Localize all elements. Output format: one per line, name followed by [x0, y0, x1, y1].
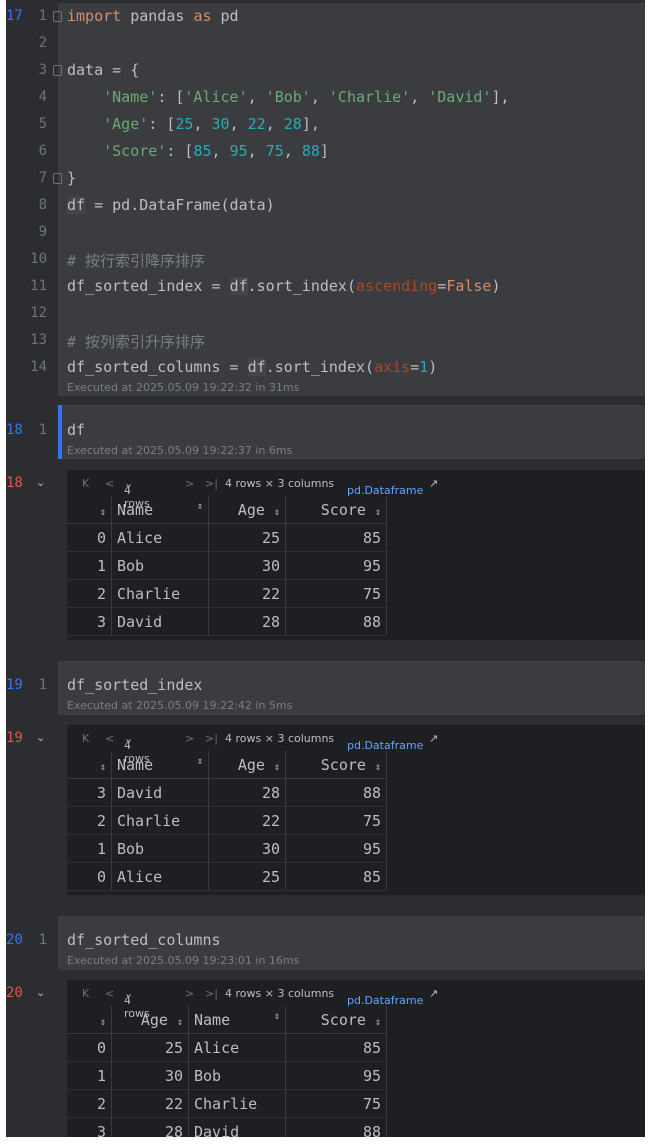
shape-label: 4 rows × 3 columns — [225, 732, 335, 745]
table-header: ⇕ Name ⇕ Age ⇕ Score ⇕ — [67, 751, 387, 779]
code-line[interactable]: df_sorted_index = df.sort_index(ascendin… — [67, 277, 501, 295]
shape-label: 4 rows × 3 columns — [225, 477, 335, 490]
column-header[interactable]: Name ⇕ — [111, 496, 209, 524]
rows-select[interactable]: 4 rows ⌄ — [124, 987, 150, 1020]
prev-page-icon[interactable]: < — [105, 477, 114, 490]
dataframe-toolbar: K < 4 rows ⌄ > >| 4 rows × 3 columns pd.… — [82, 987, 439, 1020]
code-line[interactable]: df — [67, 421, 85, 439]
table-row[interactable]: 2 Charlie 22 75 — [67, 579, 387, 608]
prev-page-icon[interactable]: < — [105, 732, 114, 745]
fold-toggle-icon[interactable] — [53, 11, 62, 22]
column-header[interactable]: Score ⇕ — [285, 751, 387, 779]
code-line[interactable]: 'Age': [25, 30, 22, 28], — [67, 115, 320, 133]
table-header: ⇕ Age ⇕ Name ⇕ Score ⇕ — [67, 1006, 387, 1034]
rows-select[interactable]: 4 rows ⌄ — [124, 477, 150, 510]
code-line[interactable]: data = { — [67, 61, 139, 79]
table-row[interactable]: 3 David 28 88 — [67, 607, 387, 636]
line-number: 1 — [38, 677, 47, 693]
first-page-icon[interactable]: K — [82, 732, 89, 745]
collapse-output-icon[interactable]: ⌄ — [36, 986, 45, 999]
table-row[interactable]: 0 Alice 25 85 — [67, 862, 387, 891]
table-row[interactable]: 0 Alice 25 85 — [67, 523, 387, 552]
fold-toggle-icon[interactable] — [53, 65, 62, 76]
table-row[interactable]: 2 Charlie 22 75 — [67, 806, 387, 835]
code-line[interactable]: df_sorted_columns = df.sort_index(axis=1… — [67, 358, 437, 376]
last-page-icon[interactable]: >| — [205, 732, 218, 745]
code-line[interactable]: import pandas as pd — [67, 7, 239, 25]
dataframe-toolbar: K < 4 rows ⌄ > >| 4 rows × 3 columns pd.… — [82, 732, 439, 765]
code-line[interactable]: } — [67, 169, 76, 187]
column-header[interactable]: Name ⇕ — [111, 751, 209, 779]
table-row[interactable]: 3 28 David 88 — [67, 1117, 387, 1137]
output-count-18: 18 — [6, 475, 23, 491]
column-header[interactable]: Age ⇕ — [208, 751, 286, 779]
table-row[interactable]: 0 25 Alice 85 — [67, 1033, 387, 1062]
table-row[interactable]: 2 22 Charlie 75 — [67, 1089, 387, 1118]
last-page-icon[interactable]: >| — [205, 477, 218, 490]
execution-info: Executed at 2025.05.09 19:22:37 in 6ms — [67, 444, 293, 457]
column-header[interactable]: ⇕ — [67, 496, 112, 524]
code-line[interactable]: df_sorted_index — [67, 676, 202, 694]
rows-select[interactable]: 4 rows ⌄ — [124, 732, 150, 765]
dataframe-table: ⇕ Name ⇕ Age ⇕ Score ⇕ 0 Alice 25 85 1 Bob 30… — [67, 496, 387, 636]
output-count-19: 19 — [6, 730, 23, 746]
prev-page-icon[interactable]: < — [105, 987, 114, 1000]
output-20: K < 4 rows ⌄ > >| 4 rows × 3 columns pd.… — [67, 980, 645, 1137]
execution-info: Executed at 2025.05.09 19:22:32 in 31ms — [67, 381, 300, 394]
next-page-icon[interactable]: > — [185, 732, 194, 745]
first-page-icon[interactable]: K — [82, 987, 89, 1000]
output-count-20: 20 — [6, 985, 23, 1001]
selected-cell-indicator — [58, 405, 62, 459]
dataframe-table: ⇕ Age ⇕ Name ⇕ Score ⇕ 0 25 Alice 85 1 30 Bob… — [67, 1006, 387, 1137]
table-row[interactable]: 1 30 Bob 95 — [67, 1061, 387, 1090]
code-comment[interactable]: # 按列索引升序排序 — [67, 331, 205, 352]
column-header[interactable]: Age ⇕ — [111, 1006, 189, 1034]
column-header[interactable]: ⇕ — [67, 1006, 112, 1034]
column-header[interactable]: Age ⇕ — [208, 496, 286, 524]
line-number: 1 — [38, 932, 47, 948]
last-page-icon[interactable]: >| — [205, 987, 218, 1000]
open-external-icon[interactable]: ↗ — [429, 732, 438, 745]
output-18: K < 4 rows ⌄ > >| 4 rows × 3 columns pd.… — [67, 470, 645, 640]
open-external-icon[interactable]: ↗ — [429, 477, 438, 490]
column-header[interactable]: Score ⇕ — [285, 1006, 387, 1034]
collapse-output-icon[interactable]: ⌄ — [36, 476, 45, 489]
table-row[interactable]: 1 Bob 30 95 — [67, 834, 387, 863]
execution-info: Executed at 2025.05.09 19:23:01 in 16ms — [67, 954, 300, 967]
code-line[interactable]: df_sorted_columns — [67, 931, 221, 949]
code-line[interactable]: 'Score': [85, 95, 75, 88] — [67, 142, 329, 160]
fold-toggle-icon[interactable] — [53, 173, 62, 184]
column-header[interactable]: ⇕ — [67, 751, 112, 779]
code-comment[interactable]: # 按行索引降序排序 — [67, 250, 205, 271]
exec-count-20: 20 — [6, 932, 23, 948]
dataframe-toolbar: K < 4 rows ⌄ > >| 4 rows × 3 columns pd.… — [82, 477, 439, 510]
execution-info: Executed at 2025.05.09 19:22:42 in 5ms — [67, 699, 293, 712]
code-line[interactable]: df = pd.DataFrame(data) — [67, 196, 275, 214]
first-page-icon[interactable]: K — [82, 477, 89, 490]
table-row[interactable]: 1 Bob 30 95 — [67, 551, 387, 580]
table-row[interactable]: 3 David 28 88 — [67, 778, 387, 807]
table-header: ⇕ Name ⇕ Age ⇕ Score ⇕ — [67, 496, 387, 524]
column-header[interactable]: Name ⇕ — [188, 1006, 286, 1034]
next-page-icon[interactable]: > — [185, 477, 194, 490]
open-external-icon[interactable]: ↗ — [429, 987, 438, 1000]
collapse-output-icon[interactable]: ⌄ — [36, 731, 45, 744]
exec-count-17: 17 — [6, 8, 23, 24]
code-line[interactable]: 'Name': ['Alice', 'Bob', 'Charlie', 'Dav… — [67, 88, 509, 106]
next-page-icon[interactable]: > — [185, 987, 194, 1000]
notebook-pane: 17 1 2 3 4 5 6 7 8 9 10 11 12 13 14 impo… — [6, 0, 645, 1137]
output-19: K < 4 rows ⌄ > >| 4 rows × 3 columns pd.… — [67, 725, 645, 895]
exec-count-18: 18 — [6, 422, 23, 438]
column-header[interactable]: Score ⇕ — [285, 496, 387, 524]
line-number: 1 — [38, 422, 47, 438]
shape-label: 4 rows × 3 columns — [225, 987, 335, 1000]
exec-count-19: 19 — [6, 677, 23, 693]
dataframe-table: ⇕ Name ⇕ Age ⇕ Score ⇕ 3 David 28 88 2 Charl… — [67, 751, 387, 891]
